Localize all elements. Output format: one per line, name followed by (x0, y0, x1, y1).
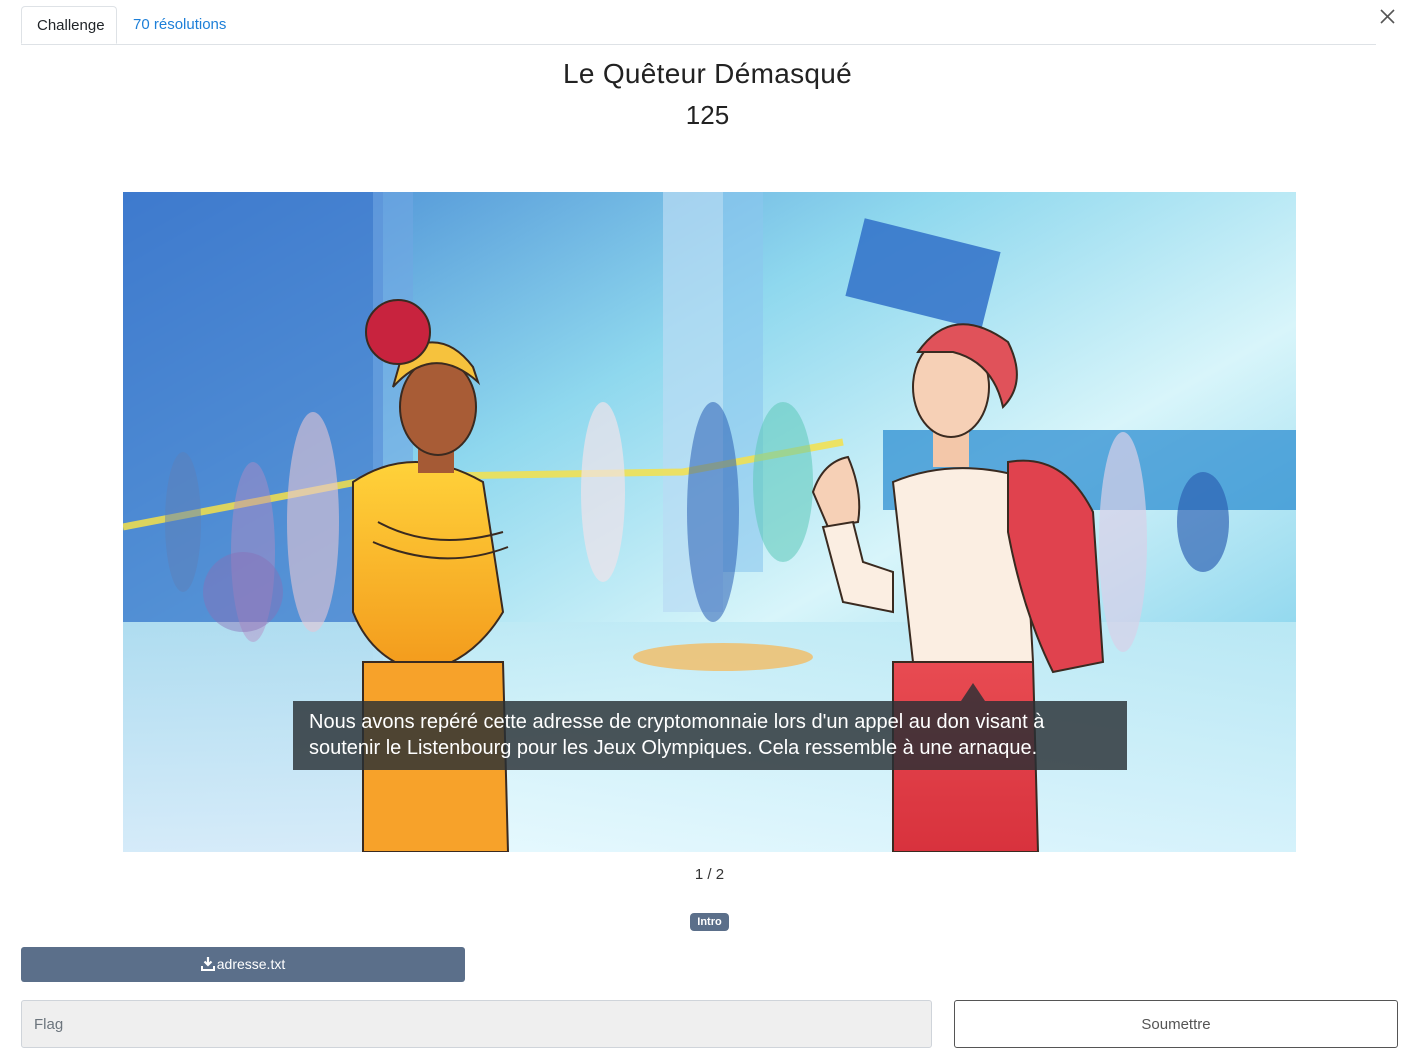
download-file-label: adresse.txt (216, 956, 286, 972)
close-button[interactable] (1375, 5, 1399, 29)
tab-solves[interactable]: 70 résolutions (118, 6, 241, 44)
download-icon (200, 949, 215, 984)
tab-bar: Challenge 70 résolutions (21, 6, 1376, 45)
challenge-modal: Challenge 70 résolutions Le Quêteur Déma… (0, 0, 1415, 1059)
slide-counter: 1 / 2 (694, 866, 725, 883)
slide-tag-badge: Intro (690, 913, 729, 931)
challenge-title: Le Quêteur Démasqué (563, 58, 852, 89)
caption-pointer (961, 683, 985, 701)
submit-flag-button[interactable]: Soumettre (954, 1000, 1398, 1048)
flag-input[interactable] (21, 1000, 932, 1048)
close-icon (1380, 9, 1395, 24)
tab-challenge[interactable]: Challenge (21, 6, 117, 44)
challenge-points: 125 (685, 100, 730, 130)
download-file-button[interactable]: adresse.txt (21, 947, 465, 982)
story-caption: Nous avons repéré cette adresse de crypt… (293, 701, 1127, 770)
